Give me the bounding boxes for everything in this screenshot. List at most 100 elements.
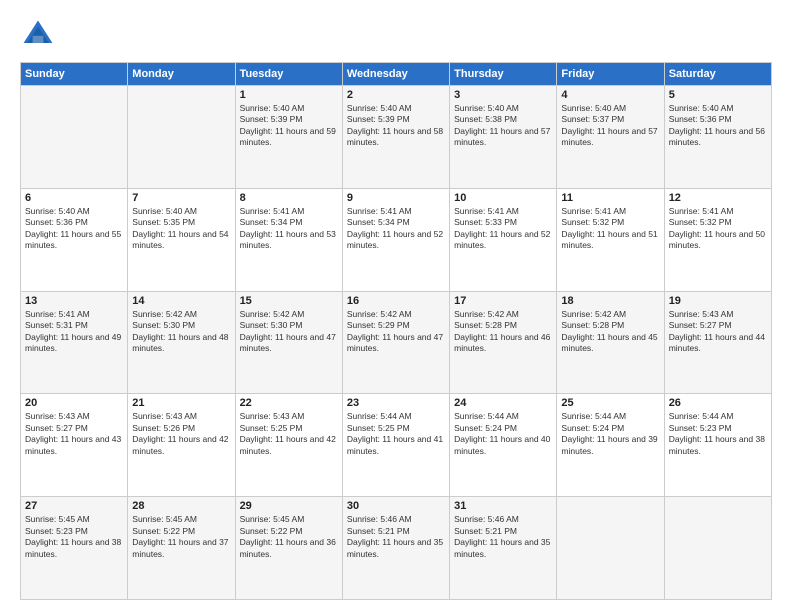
header-row: SundayMondayTuesdayWednesdayThursdayFrid… [21, 63, 772, 86]
day-info: Sunrise: 5:43 AM Sunset: 5:26 PM Dayligh… [132, 411, 230, 457]
day-info: Sunrise: 5:42 AM Sunset: 5:30 PM Dayligh… [240, 309, 338, 355]
day-cell: 22Sunrise: 5:43 AM Sunset: 5:25 PM Dayli… [235, 394, 342, 497]
day-info: Sunrise: 5:44 AM Sunset: 5:25 PM Dayligh… [347, 411, 445, 457]
day-info: Sunrise: 5:41 AM Sunset: 5:33 PM Dayligh… [454, 206, 552, 252]
day-number: 26 [669, 397, 767, 409]
day-cell: 30Sunrise: 5:46 AM Sunset: 5:21 PM Dayli… [342, 497, 449, 600]
day-info: Sunrise: 5:41 AM Sunset: 5:34 PM Dayligh… [347, 206, 445, 252]
day-info: Sunrise: 5:43 AM Sunset: 5:27 PM Dayligh… [25, 411, 123, 457]
day-cell [664, 497, 771, 600]
day-cell: 25Sunrise: 5:44 AM Sunset: 5:24 PM Dayli… [557, 394, 664, 497]
day-info: Sunrise: 5:40 AM Sunset: 5:39 PM Dayligh… [347, 103, 445, 149]
day-cell: 5Sunrise: 5:40 AM Sunset: 5:36 PM Daylig… [664, 86, 771, 189]
day-info: Sunrise: 5:41 AM Sunset: 5:31 PM Dayligh… [25, 309, 123, 355]
day-header-thursday: Thursday [450, 63, 557, 86]
day-number: 19 [669, 295, 767, 307]
day-cell: 3 Sunrise: 5:40 AM Sunset: 5:38 PM Daylig… [450, 86, 557, 189]
day-info: Sunrise: 5:40 AM Sunset: 5:35 PM Dayligh… [132, 206, 230, 252]
day-cell: 13Sunrise: 5:41 AM Sunset: 5:31 PM Dayli… [21, 291, 128, 394]
day-number: 15 [240, 295, 338, 307]
day-cell: 14 Sunrise: 5:42 AM Sunset: 5:30 PM Dayli… [128, 291, 235, 394]
day-info: Sunrise: 5:45 AM Sunset: 5:22 PM Dayligh… [132, 514, 230, 560]
day-header-saturday: Saturday [664, 63, 771, 86]
day-number: 14 [132, 295, 230, 307]
day-cell: 27 Sunrise: 5:45 AM Sunset: 5:23 PM Dayli… [21, 497, 128, 600]
day-info: Sunrise: 5:44 AM Sunset: 5:24 PM Dayligh… [561, 411, 659, 457]
day-number: 23 [347, 397, 445, 409]
day-cell: 6 Sunrise: 5:40 AM Sunset: 5:36 PM Daylig… [21, 188, 128, 291]
day-number: 18 [561, 295, 659, 307]
day-number: 4 [561, 89, 659, 101]
day-cell: 24 Sunrise: 5:44 AM Sunset: 5:24 PM Dayli… [450, 394, 557, 497]
day-cell: 11Sunrise: 5:41 AM Sunset: 5:32 PM Dayli… [557, 188, 664, 291]
day-number: 5 [669, 89, 767, 101]
week-row-2: 6 Sunrise: 5:40 AM Sunset: 5:36 PM Daylig… [21, 188, 772, 291]
day-info: Sunrise: 5:42 AM Sunset: 5:29 PM Dayligh… [347, 309, 445, 355]
week-row-4: 20 Sunrise: 5:43 AM Sunset: 5:27 PM Dayli… [21, 394, 772, 497]
day-info: Sunrise: 5:40 AM Sunset: 5:37 PM Dayligh… [561, 103, 659, 149]
day-info: Sunrise: 5:45 AM Sunset: 5:22 PM Dayligh… [240, 514, 338, 560]
day-cell: 28 Sunrise: 5:45 AM Sunset: 5:22 PM Dayli… [128, 497, 235, 600]
day-cell: 29Sunrise: 5:45 AM Sunset: 5:22 PM Dayli… [235, 497, 342, 600]
day-number: 11 [561, 192, 659, 204]
day-number: 7 [132, 192, 230, 204]
day-cell: 20 Sunrise: 5:43 AM Sunset: 5:27 PM Dayli… [21, 394, 128, 497]
week-row-3: 13Sunrise: 5:41 AM Sunset: 5:31 PM Dayli… [21, 291, 772, 394]
day-cell: 31 Sunrise: 5:46 AM Sunset: 5:21 PM Dayli… [450, 497, 557, 600]
day-number: 31 [454, 500, 552, 512]
day-info: Sunrise: 5:40 AM Sunset: 5:38 PM Dayligh… [454, 103, 552, 149]
day-info: Sunrise: 5:42 AM Sunset: 5:30 PM Dayligh… [132, 309, 230, 355]
day-header-tuesday: Tuesday [235, 63, 342, 86]
header [20, 16, 772, 52]
week-row-1: 1 Sunrise: 5:40 AM Sunset: 5:39 PM Daylig… [21, 86, 772, 189]
day-number: 16 [347, 295, 445, 307]
day-number: 28 [132, 500, 230, 512]
day-cell: 8 Sunrise: 5:41 AM Sunset: 5:34 PM Daylig… [235, 188, 342, 291]
day-number: 12 [669, 192, 767, 204]
day-header-monday: Monday [128, 63, 235, 86]
day-header-wednesday: Wednesday [342, 63, 449, 86]
day-info: Sunrise: 5:41 AM Sunset: 5:34 PM Dayligh… [240, 206, 338, 252]
day-info: Sunrise: 5:44 AM Sunset: 5:23 PM Dayligh… [669, 411, 767, 457]
day-cell: 21 Sunrise: 5:43 AM Sunset: 5:26 PM Dayli… [128, 394, 235, 497]
day-cell: 12Sunrise: 5:41 AM Sunset: 5:32 PM Dayli… [664, 188, 771, 291]
day-cell: 4 Sunrise: 5:40 AM Sunset: 5:37 PM Daylig… [557, 86, 664, 189]
day-info: Sunrise: 5:40 AM Sunset: 5:39 PM Dayligh… [240, 103, 338, 149]
logo [20, 16, 62, 52]
day-cell [557, 497, 664, 600]
day-info: Sunrise: 5:43 AM Sunset: 5:27 PM Dayligh… [669, 309, 767, 355]
day-cell: 26 Sunrise: 5:44 AM Sunset: 5:23 PM Dayli… [664, 394, 771, 497]
day-cell: 15 Sunrise: 5:42 AM Sunset: 5:30 PM Dayli… [235, 291, 342, 394]
day-number: 8 [240, 192, 338, 204]
day-cell: 23 Sunrise: 5:44 AM Sunset: 5:25 PM Dayli… [342, 394, 449, 497]
logo-icon [20, 16, 56, 52]
day-number: 30 [347, 500, 445, 512]
calendar-table: SundayMondayTuesdayWednesdayThursdayFrid… [20, 62, 772, 600]
day-number: 9 [347, 192, 445, 204]
day-number: 1 [240, 89, 338, 101]
day-info: Sunrise: 5:42 AM Sunset: 5:28 PM Dayligh… [454, 309, 552, 355]
day-header-sunday: Sunday [21, 63, 128, 86]
day-number: 17 [454, 295, 552, 307]
day-number: 3 [454, 89, 552, 101]
day-info: Sunrise: 5:45 AM Sunset: 5:23 PM Dayligh… [25, 514, 123, 560]
day-info: Sunrise: 5:46 AM Sunset: 5:21 PM Dayligh… [454, 514, 552, 560]
day-number: 10 [454, 192, 552, 204]
day-header-friday: Friday [557, 63, 664, 86]
day-number: 20 [25, 397, 123, 409]
day-number: 2 [347, 89, 445, 101]
day-cell: 1 Sunrise: 5:40 AM Sunset: 5:39 PM Daylig… [235, 86, 342, 189]
day-number: 27 [25, 500, 123, 512]
day-cell: 10 Sunrise: 5:41 AM Sunset: 5:33 PM Dayli… [450, 188, 557, 291]
day-number: 6 [25, 192, 123, 204]
day-number: 24 [454, 397, 552, 409]
week-row-5: 27 Sunrise: 5:45 AM Sunset: 5:23 PM Dayli… [21, 497, 772, 600]
day-cell: 18Sunrise: 5:42 AM Sunset: 5:28 PM Dayli… [557, 291, 664, 394]
day-cell: 9 Sunrise: 5:41 AM Sunset: 5:34 PM Daylig… [342, 188, 449, 291]
day-number: 21 [132, 397, 230, 409]
day-cell: 17 Sunrise: 5:42 AM Sunset: 5:28 PM Dayli… [450, 291, 557, 394]
day-info: Sunrise: 5:44 AM Sunset: 5:24 PM Dayligh… [454, 411, 552, 457]
day-info: Sunrise: 5:43 AM Sunset: 5:25 PM Dayligh… [240, 411, 338, 457]
day-cell: 2 Sunrise: 5:40 AM Sunset: 5:39 PM Daylig… [342, 86, 449, 189]
day-info: Sunrise: 5:40 AM Sunset: 5:36 PM Dayligh… [25, 206, 123, 252]
